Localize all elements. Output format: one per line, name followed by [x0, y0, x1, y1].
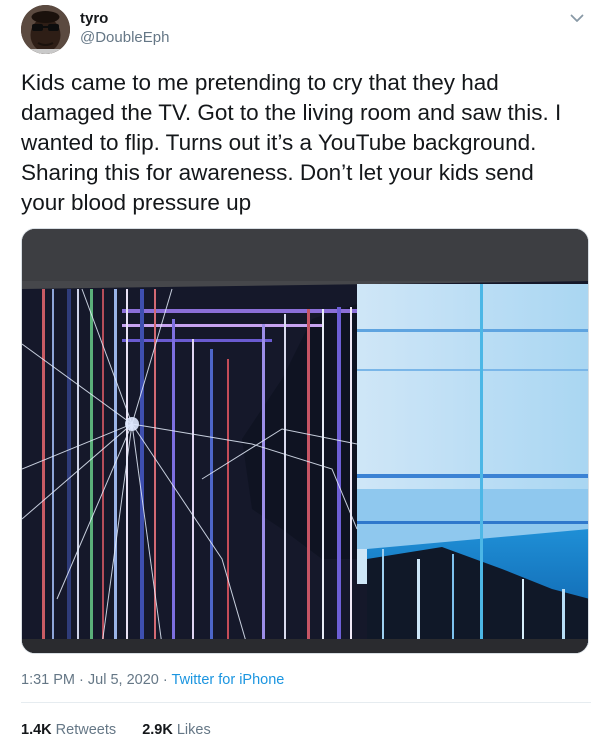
retweets-stat[interactable]: 1.4K Retweets: [21, 722, 120, 738]
tweet-photo[interactable]: [21, 228, 589, 654]
tweet-meta: 1:31 PM · Jul 5, 2020 · Twitter for iPho…: [21, 671, 284, 689]
meta-separator: ·: [79, 672, 84, 688]
author-handle[interactable]: @DoubleEph: [80, 29, 169, 47]
likes-stat[interactable]: 2.9K Likes: [142, 722, 211, 738]
tweet-card: tyro @DoubleEph Kids came to me pretendi…: [0, 0, 613, 747]
tv-photo-image: [22, 229, 588, 653]
retweets-count: 1.4K: [21, 722, 52, 738]
tweet-stats: 1.4K Retweets 2.9K Likes: [21, 721, 211, 739]
tweet-date[interactable]: Jul 5, 2020: [88, 672, 159, 688]
meta-separator-2: ·: [162, 672, 168, 688]
chevron-down-icon[interactable]: [566, 9, 588, 27]
tweet-text: Kids came to me pretending to cry that t…: [21, 70, 562, 215]
likes-label: Likes: [176, 722, 211, 738]
author-name[interactable]: tyro: [80, 10, 108, 28]
tweet-time[interactable]: 1:31 PM: [21, 672, 75, 688]
tweet-source-link[interactable]: Twitter for iPhone: [172, 672, 285, 688]
avatar[interactable]: [21, 5, 70, 54]
likes-count: 2.9K: [142, 722, 173, 738]
retweets-label: Retweets: [55, 722, 117, 738]
divider: [21, 702, 591, 703]
